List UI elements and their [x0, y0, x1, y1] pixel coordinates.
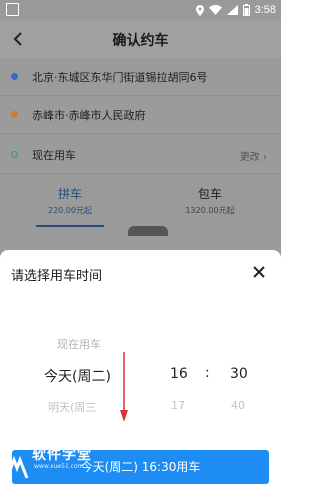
tab-charter-price: 1320.00元起 — [185, 206, 235, 215]
sheet-title: 请选择用车时间 — [11, 269, 103, 284]
start-dot-icon — [11, 73, 18, 80]
chevron-right-icon: › — [263, 152, 267, 163]
tab-charter[interactable]: 包车 1320.00元起 — [140, 185, 280, 216]
signal-icon — [226, 5, 238, 15]
tab-charter-label: 包车 — [197, 187, 222, 201]
watermark: 软件学堂 www.xue51.com — [4, 444, 124, 498]
tab-carpool[interactable]: 拼车 220.00元起 — [0, 185, 140, 216]
close-button[interactable] — [251, 264, 267, 280]
start-address-row[interactable]: 北京·东城区东华门街道锡拉胡同6号 — [0, 58, 281, 96]
watermark-logo-icon — [5, 456, 29, 479]
watermark-text: 软件学堂 — [32, 447, 92, 463]
red-arrow-annotation — [120, 352, 128, 422]
time-separator: : — [205, 365, 210, 381]
notification-icon — [6, 3, 19, 16]
title-bar: 确认约车 — [0, 20, 281, 58]
time-label: 现在用车 — [32, 149, 76, 162]
battery-icon — [242, 4, 250, 16]
status-bar: 3:58 — [0, 0, 281, 20]
day-option-next[interactable]: 明天(周三 — [48, 399, 96, 415]
tab-carpool-label: 拼车 — [57, 187, 82, 201]
time-row[interactable]: 现在用车 更改 › — [0, 136, 281, 174]
location-icon — [195, 4, 204, 16]
end-address-row[interactable]: 赤峰市·赤峰市人民政府 — [0, 96, 281, 134]
tab-indicator — [36, 225, 104, 227]
minute-option-selected[interactable]: 30 — [230, 366, 248, 382]
watermark-url: www.xue51.com — [34, 463, 84, 470]
tab-carpool-price: 220.00元起 — [48, 206, 92, 215]
minute-option-next[interactable]: 40 — [231, 399, 245, 412]
wifi-icon — [208, 5, 222, 15]
end-dot-icon — [11, 111, 18, 118]
clock-icon — [11, 151, 18, 158]
car-image — [128, 226, 168, 236]
day-option-selected[interactable]: 今天(周二) — [44, 366, 111, 386]
change-time-link[interactable]: 更改 › — [240, 148, 267, 163]
day-option-prev[interactable]: 现在用车 — [57, 336, 101, 352]
close-icon — [253, 266, 265, 278]
hour-option-next[interactable]: 17 — [171, 399, 185, 412]
hour-option-selected[interactable]: 16 — [170, 366, 188, 382]
ride-type-tabs: 拼车 220.00元起 包车 1320.00元起 — [0, 179, 281, 229]
page-title: 确认约车 — [112, 33, 169, 49]
change-label: 更改 — [239, 152, 260, 163]
status-time: 3:58 — [254, 4, 276, 16]
start-address: 北京·东城区东华门街道锡拉胡同6号 — [32, 71, 208, 84]
end-address: 赤峰市·赤峰市人民政府 — [32, 109, 146, 122]
